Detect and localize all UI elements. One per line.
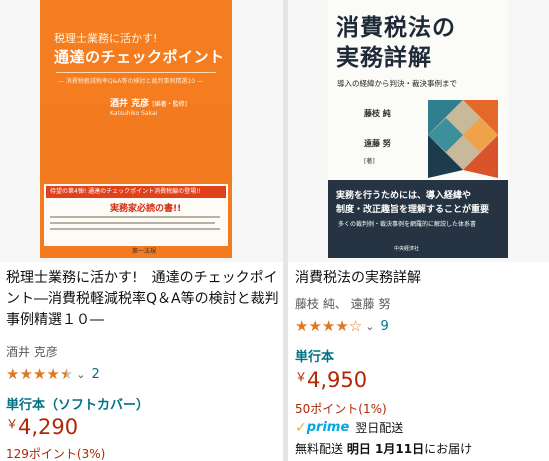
product-card: 税理士業務に活かす! 通達のチェックポイント — 消費税軽減税率Q&A等の検討と… <box>0 0 283 461</box>
rating[interactable]: ★ ★ ★ ★ ★ ⌄ 2 <box>6 365 100 383</box>
star-full-icon: ★ <box>46 365 60 383</box>
cover-band-text: 実務を行うためには、導入経緯や <box>336 191 472 201</box>
book-cover-image[interactable]: 消費税法の 実務詳解 導入の経緯から判決・裁決事例まで 藤枝 純 遠藤 努 [著… <box>328 0 508 258</box>
prime-check-icon: ✓ <box>295 419 307 436</box>
cover-subtitle: 税理士業務に活かす! <box>54 32 158 45</box>
cover-text-line <box>50 228 220 230</box>
star-full-icon: ★ <box>32 365 47 383</box>
star-full-icon: ★ <box>308 317 322 335</box>
cover-geometric-art <box>428 100 498 178</box>
cover-small-text: — 消費税軽減税率Q&A等の検討と裁判事例精選10 — <box>58 78 203 85</box>
cover-band-text: 制度・改正趣旨を理解することが重要 <box>336 205 490 215</box>
product-image-link[interactable]: 税理士業務に活かす! 通達のチェックポイント — 消費税軽減税率Q&A等の検討と… <box>0 0 283 262</box>
cover-text-line <box>50 216 220 218</box>
cover-text-line <box>50 222 215 224</box>
points: 50ポイント(1%) <box>295 402 387 416</box>
price[interactable]: ￥4,950 <box>295 368 367 392</box>
rating-count-link[interactable]: 2 <box>91 367 99 382</box>
star-full-icon: ★ <box>321 317 336 335</box>
points: 129ポイント(3%) <box>6 447 106 461</box>
cover-title: 通達のチェックポイント <box>54 48 225 66</box>
cover-banner: 待望の第4弾! 通達のチェックポイント消費税編の登場!! <box>46 186 226 198</box>
star-full-icon: ★ <box>295 317 309 335</box>
cover-title-line1: 消費税法の <box>336 14 456 41</box>
prime-label: prime <box>306 420 350 435</box>
book-cover-image[interactable]: 税理士業務に活かす! 通達のチェックポイント — 消費税軽減税率Q&A等の検討と… <box>40 0 232 258</box>
price[interactable]: ￥4,290 <box>6 415 78 439</box>
delivery-info: 無料配送 明日 1月11日にお届け <box>295 442 473 456</box>
cover-catch: 実務家必読の書!! <box>110 204 182 214</box>
format-link[interactable]: 単行本 <box>295 346 334 365</box>
product-image-link[interactable]: 消費税法の 実務詳解 導入の経緯から判決・裁決事例まで 藤枝 純 遠藤 努 [著… <box>288 0 549 262</box>
cover-title-line2: 実務詳解 <box>336 44 432 71</box>
cover-publisher: 中央経済社 <box>394 246 420 252</box>
rating-count-link[interactable]: 9 <box>380 319 388 334</box>
product-card: 消費税法の 実務詳解 導入の経緯から判決・裁決事例まで 藤枝 純 遠藤 努 [著… <box>288 0 549 461</box>
star-half-icon: ★ <box>59 365 74 383</box>
prime-delivery: 翌日配送 <box>355 421 404 435</box>
cover-author-en: Katsuhiko Sakai <box>110 110 158 117</box>
product-author: 酒井 克彦 <box>6 345 58 359</box>
search-results-grid: 税理士業務に活かす! 通達のチェックポイント — 消費税軽減税率Q&A等の検討と… <box>0 0 549 461</box>
product-title-link[interactable]: 消費税法の実務詳解 <box>295 268 545 289</box>
product-title-link[interactable]: 税理士業務に活かす! 通達のチェックポイント―消費税軽減税率Q＆A等の検討と裁判… <box>6 268 280 331</box>
price-value: 4,290 <box>18 415 79 439</box>
star-empty-icon: ☆ <box>348 317 363 335</box>
cover-band-text: 多くの裁判例・裁決事例を網羅的に解説した体系書 <box>338 221 477 228</box>
cover-author: 遠藤 努 <box>364 139 391 148</box>
product-author: 藤枝 純、 遠藤 努 <box>295 297 391 311</box>
star-full-icon: ★ <box>335 317 349 335</box>
price-value: 4,950 <box>307 368 368 392</box>
chevron-down-icon[interactable]: ⌄ <box>76 368 85 381</box>
price-symbol: ￥ <box>295 370 308 384</box>
cover-author: 酒井 克彦 [編著・監修] <box>110 99 187 109</box>
prime-badge: ✓ prime 翌日配送 <box>295 419 403 436</box>
cover-role: [著] <box>364 158 375 165</box>
cover-subtitle: 導入の経緯から判決・裁決事例まで <box>337 79 457 88</box>
price-symbol: ￥ <box>6 417 19 431</box>
cover-divider <box>56 72 216 73</box>
cover-publisher: 第一法規 <box>132 248 157 255</box>
chevron-down-icon[interactable]: ⌄ <box>365 320 374 333</box>
star-full-icon: ★ <box>19 365 33 383</box>
format-link[interactable]: 単行本（ソフトカバー） <box>6 394 149 413</box>
rating[interactable]: ★ ★ ★ ★ ☆ ⌄ 9 <box>295 317 389 335</box>
cover-author: 藤枝 純 <box>364 109 391 118</box>
star-full-icon: ★ <box>6 365 20 383</box>
